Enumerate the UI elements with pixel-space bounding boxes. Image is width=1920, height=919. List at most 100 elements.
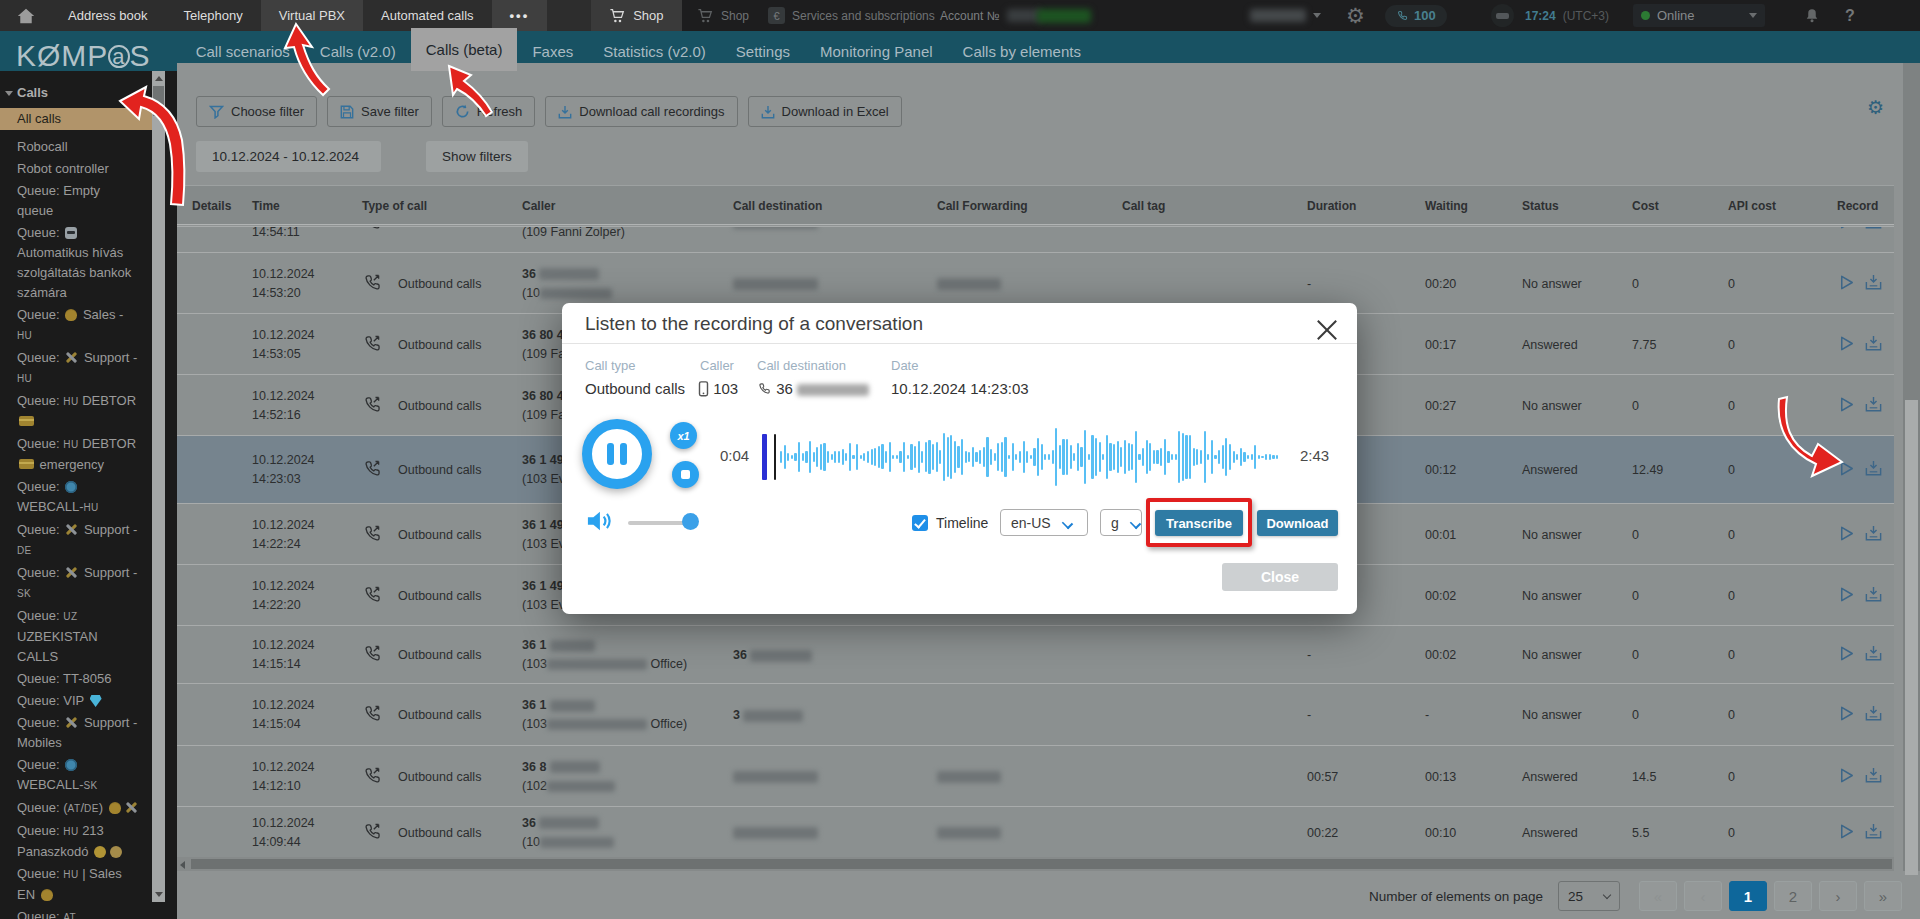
col-header-call-tag[interactable]: Call tag	[1122, 186, 1165, 226]
format-select[interactable]: g	[1100, 509, 1142, 536]
sidebar-item[interactable]: Queue: AT	[0, 906, 152, 919]
language-select[interactable]: en-US	[1000, 509, 1088, 536]
topbar-shop-dim[interactable]: Shop	[697, 0, 749, 31]
col-header-api-cost[interactable]: API cost	[1728, 186, 1776, 226]
sidebar-group-calls[interactable]: Calls	[0, 82, 152, 104]
volume-thumb[interactable]	[682, 513, 699, 530]
table-row[interactable]: 10.12.202414:09:44Outbound calls36 (1000…	[177, 806, 1894, 857]
topbar-item-automated-calls[interactable]: Automated calls	[363, 0, 492, 31]
table-settings-gear-icon[interactable]: ⚙	[1867, 96, 1884, 119]
col-header-record[interactable]: Record	[1837, 186, 1878, 226]
table-row[interactable]: 10.12.202414:54:11Outbound calls36 (109 …	[177, 226, 1894, 252]
sidebar-item[interactable]: Queue: HU DEBTOR	[0, 390, 152, 433]
play-record-icon[interactable]	[1837, 585, 1856, 607]
topbar-item-virtual-pbx[interactable]: Virtual PBX	[261, 0, 363, 31]
col-header-details[interactable]: Details	[192, 186, 231, 226]
col-header-type-of-call[interactable]: Type of call	[362, 186, 427, 226]
download-record-icon[interactable]	[1864, 467, 1883, 481]
col-header-time[interactable]: Time	[252, 186, 280, 226]
save-filter-button[interactable]: Save filter	[327, 96, 432, 127]
col-header-call-destination[interactable]: Call destination	[733, 186, 822, 226]
topbar-services[interactable]: € Services and subscriptions	[768, 0, 935, 31]
status-dropdown[interactable]: Online	[1633, 0, 1765, 31]
stop-button[interactable]	[672, 461, 699, 488]
sidebar-item[interactable]: Queue: Support - HU	[0, 347, 152, 390]
nav-tab-calls-beta-[interactable]: Calls (beta)	[411, 28, 518, 71]
account-selector[interactable]	[1250, 0, 1321, 31]
page-button-›[interactable]: ›	[1819, 881, 1857, 911]
col-header-caller[interactable]: Caller	[522, 186, 555, 226]
download-button[interactable]: Download	[1257, 510, 1338, 536]
download-record-icon[interactable]	[1864, 593, 1883, 607]
topbar-item-telephony[interactable]: Telephony	[166, 0, 261, 31]
page-button-2[interactable]: 2	[1774, 881, 1812, 911]
play-record-icon[interactable]	[1837, 822, 1856, 844]
download-record-icon[interactable]	[1864, 774, 1883, 788]
topbar-shop-button[interactable]: Shop	[591, 0, 681, 31]
download-record-icon[interactable]	[1864, 403, 1883, 417]
horizontal-scrollbar[interactable]	[177, 857, 1894, 871]
sidebar-item[interactable]: Robocall	[0, 136, 152, 158]
close-icon[interactable]	[1317, 317, 1337, 337]
play-record-icon[interactable]	[1837, 273, 1856, 295]
col-header-cost[interactable]: Cost	[1632, 186, 1659, 226]
play-record-icon[interactable]	[1837, 524, 1856, 546]
sidebar-item[interactable]: Queue: WEBCALL-SK	[0, 754, 152, 797]
download-record-icon[interactable]	[1864, 226, 1883, 234]
sidebar-scrollbar[interactable]	[152, 71, 165, 902]
choose-filter-button[interactable]: Choose filter	[196, 96, 317, 127]
waveform[interactable]	[762, 419, 1283, 495]
play-record-icon[interactable]	[1837, 395, 1856, 417]
volume-icon[interactable]	[584, 509, 618, 533]
col-header-call-forwarding[interactable]: Call Forwarding	[937, 186, 1028, 226]
download-record-icon[interactable]	[1864, 712, 1883, 726]
play-record-icon[interactable]	[1837, 766, 1856, 788]
download-record-icon[interactable]	[1864, 652, 1883, 666]
speed-button[interactable]: x1	[670, 422, 697, 449]
table-row[interactable]: 10.12.202414:15:04Outbound calls36 1 (10…	[177, 683, 1894, 745]
sidebar-item[interactable]: Queue: Support - SK	[0, 562, 152, 605]
play-record-icon[interactable]	[1837, 334, 1856, 356]
vertical-scrollbar[interactable]	[1903, 63, 1920, 871]
sidebar-item[interactable]: Queue: Sales - HU	[0, 304, 152, 347]
per-page-select[interactable]: 25	[1558, 881, 1620, 911]
play-record-icon[interactable]	[1837, 459, 1856, 481]
home-icon[interactable]	[0, 0, 50, 31]
page-button-«[interactable]: «	[1639, 881, 1677, 911]
download-in-excel-button[interactable]: Download in Excel	[748, 96, 902, 127]
play-record-icon[interactable]	[1837, 226, 1856, 234]
download-record-icon[interactable]	[1864, 281, 1883, 295]
download-record-icon[interactable]	[1864, 830, 1883, 844]
sidebar-item[interactable]: Queue: VIP	[0, 690, 152, 712]
sidebar-item[interactable]: Queue: Support - DE	[0, 519, 152, 562]
play-record-icon[interactable]	[1837, 644, 1856, 666]
sidebar-item[interactable]: Queue: HU DEBTOR emergency	[0, 433, 152, 476]
sidebar-item[interactable]: Robot controller	[0, 158, 152, 180]
col-header-waiting[interactable]: Waiting	[1425, 186, 1468, 226]
play-record-icon[interactable]	[1837, 704, 1856, 726]
timeline-checkbox[interactable]	[912, 515, 928, 531]
table-row[interactable]: 10.12.202414:12:10Outbound calls36 8 (10…	[177, 745, 1894, 806]
date-range-button[interactable]: 10.12.2024 - 10.12.2024	[196, 141, 381, 172]
download-record-icon[interactable]	[1864, 342, 1883, 356]
assistant-avatar[interactable]	[1491, 0, 1514, 31]
refresh-button[interactable]: Refresh	[442, 96, 536, 127]
page-button-‹[interactable]: ‹	[1684, 881, 1722, 911]
sidebar-item[interactable]: Queue: Automatikus hívás szolgáltatás ba…	[0, 222, 152, 304]
page-button-»[interactable]: »	[1864, 881, 1902, 911]
col-header-duration[interactable]: Duration	[1307, 186, 1356, 226]
sidebar-item[interactable]: Queue: (AT/DE)	[0, 797, 152, 820]
sidebar-item[interactable]: Queue: HU 213 Panaszkodó	[0, 820, 152, 863]
col-header-status[interactable]: Status	[1522, 186, 1559, 226]
logo[interactable]: KØMPaS	[16, 39, 151, 73]
help-icon[interactable]: ?	[1845, 0, 1855, 31]
sidebar-item[interactable]: Queue: UZ UZBEKISTAN CALLS	[0, 605, 152, 668]
download-call-recordings-button[interactable]: Download call recordings	[545, 96, 737, 127]
sidebar-item[interactable]: Queue: Emptyqueue	[0, 180, 152, 222]
table-row[interactable]: 10.12.202414:15:14Outbound calls36 1 (10…	[177, 625, 1894, 683]
settings-gear-icon[interactable]: ⚙	[1346, 0, 1365, 31]
notification-bell-icon[interactable]	[1803, 0, 1821, 31]
close-button[interactable]: Close	[1222, 563, 1338, 591]
sidebar-item[interactable]: Queue: TT-8056	[0, 668, 152, 690]
sidebar-item[interactable]: Queue: HU | Sales EN	[0, 863, 152, 906]
